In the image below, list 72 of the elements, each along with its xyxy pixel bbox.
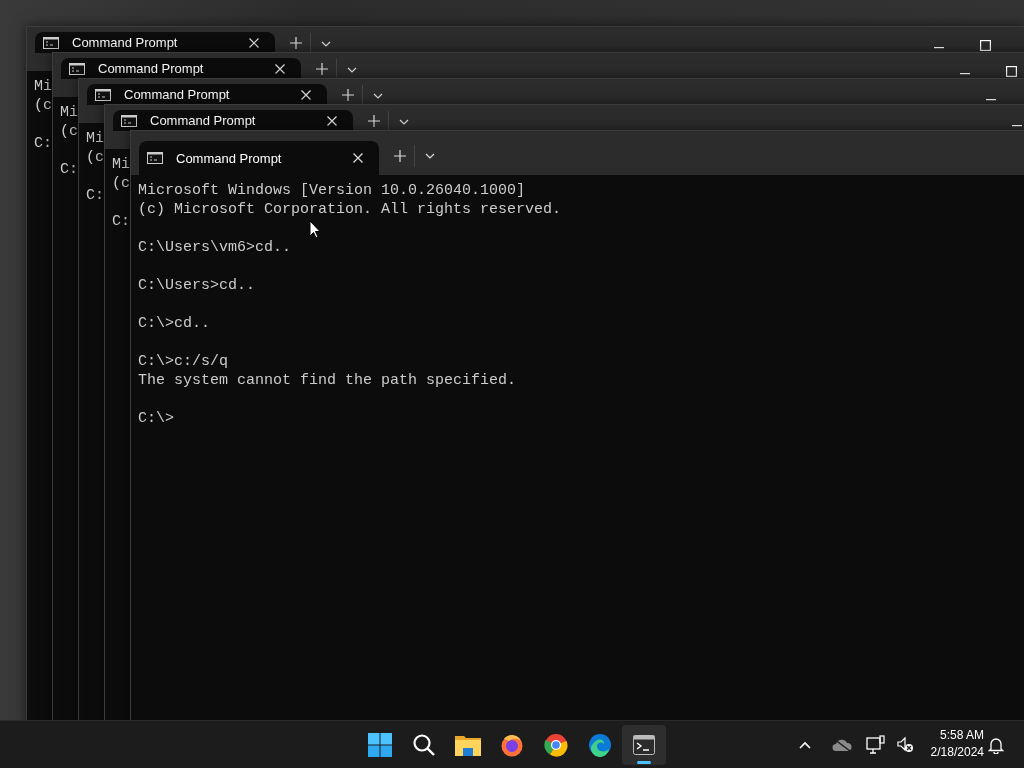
console-line: C:\> — [138, 409, 174, 428]
mouse-pointer-icon — [309, 220, 321, 239]
chevron-up-icon[interactable] — [798, 740, 812, 750]
console-line: C:\Users>cd.. — [138, 276, 256, 295]
dropdown-icon[interactable] — [321, 41, 331, 47]
console-line: C: — [112, 212, 130, 231]
clock-date[interactable]: 2/18/2024 — [930, 744, 984, 761]
console-icon — [147, 152, 163, 164]
dropdown-icon[interactable] — [347, 67, 357, 73]
dropdown-icon[interactable] — [373, 93, 383, 99]
minimize-icon[interactable] — [960, 73, 970, 75]
close-icon[interactable] — [327, 115, 337, 126]
new-tab-icon[interactable] — [316, 63, 328, 75]
minimize-icon[interactable] — [934, 47, 944, 49]
close-icon[interactable] — [249, 37, 259, 48]
console-line: Mi — [86, 129, 104, 148]
console-icon — [69, 62, 85, 75]
notification-bell-icon[interactable] — [988, 737, 1004, 754]
maximize-icon[interactable] — [1006, 66, 1017, 77]
console-line: C: — [60, 160, 78, 179]
minimize-icon[interactable] — [986, 99, 996, 101]
fox-globe-icon[interactable] — [500, 733, 524, 757]
console-line: C:\>cd.. — [138, 314, 210, 333]
network-icon[interactable] — [866, 735, 886, 755]
edge-icon[interactable] — [588, 733, 612, 757]
console-line: Mi — [34, 77, 52, 96]
dropdown-icon[interactable] — [425, 153, 435, 159]
console-line: (c) Microsoft Corporation. All rights reserved. — [138, 200, 562, 219]
new-tab-icon[interactable] — [342, 89, 354, 101]
tab[interactable]: Command Prompt — [139, 141, 379, 175]
console-line: The system cannot find the path specified. — [138, 371, 517, 390]
search-icon[interactable] — [412, 733, 436, 757]
new-tab-icon[interactable] — [368, 115, 380, 127]
console-icon — [95, 88, 111, 101]
console-line: Microsoft Windows [Version 10.0.26040.1000] — [138, 181, 526, 200]
folder-icon[interactable] — [455, 734, 481, 756]
console-icon — [121, 114, 137, 127]
tab-title: Command Prompt — [72, 35, 178, 50]
tab-title: Command Prompt — [150, 113, 256, 128]
terminal-icon[interactable] — [633, 735, 655, 755]
tab-title: Command Prompt — [98, 61, 204, 76]
close-icon[interactable] — [353, 153, 363, 163]
new-tab-icon[interactable] — [394, 150, 406, 162]
tab[interactable]: Command Prompt — [35, 32, 275, 53]
muted-speaker-icon[interactable] — [896, 736, 914, 754]
maximize-icon[interactable] — [980, 40, 991, 51]
console-line: (c — [60, 122, 78, 141]
console-line: (c — [86, 148, 104, 167]
clock-time[interactable]: 5:58 AM — [939, 727, 984, 744]
console-line: C:\>c:/s/q — [138, 352, 228, 371]
console-line: (c — [34, 96, 52, 115]
console-line: (c — [112, 174, 130, 193]
minimize-icon[interactable] — [1012, 125, 1022, 127]
taskbar-app-button[interactable] — [622, 725, 666, 765]
tab[interactable]: Command Prompt — [61, 58, 301, 79]
dropdown-icon[interactable] — [399, 119, 409, 125]
new-tab-icon[interactable] — [290, 37, 302, 49]
tab-title: Command Prompt — [124, 87, 230, 102]
tab[interactable]: Command Prompt — [87, 84, 327, 105]
tab-title: Command Prompt — [176, 150, 282, 166]
close-icon[interactable] — [301, 89, 311, 100]
chrome-icon[interactable] — [544, 733, 568, 757]
console-line: C: — [34, 134, 52, 153]
console-line: Mi — [112, 155, 130, 174]
cloud-icon[interactable] — [832, 738, 852, 752]
console-line: C: — [86, 186, 104, 205]
close-icon[interactable] — [275, 63, 285, 74]
windows-logo-icon[interactable] — [368, 733, 392, 757]
console-line: C:\Users\vm6>cd.. — [138, 238, 292, 257]
console-icon — [43, 36, 59, 49]
console-line: Mi — [60, 103, 78, 122]
tab[interactable]: Command Prompt — [113, 110, 353, 131]
